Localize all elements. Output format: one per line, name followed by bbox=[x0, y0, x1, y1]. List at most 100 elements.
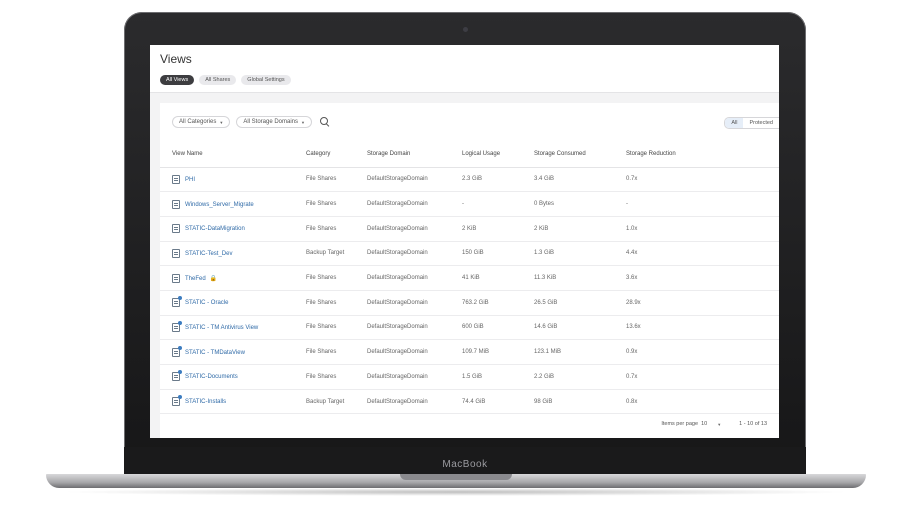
view-name-link[interactable]: STATIC - TM Antivirus View bbox=[185, 325, 258, 331]
view-name-link[interactable]: STATIC - Oracle bbox=[185, 300, 228, 306]
storage-reduction-cell: - bbox=[614, 191, 779, 217]
view-name-cell[interactable]: STATIC - TM Antivirus View bbox=[160, 315, 294, 341]
logical-usage-cell: - bbox=[450, 191, 522, 217]
storage-consumed-cell: 2.2 GiB bbox=[522, 364, 614, 390]
storage-consumed-cell: 26.5 GiB bbox=[522, 290, 614, 316]
tab-global-settings[interactable]: Global Settings bbox=[241, 75, 291, 85]
storage-consumed-cell: 1.3 GiB bbox=[522, 241, 614, 267]
column-header-storage-domain[interactable]: Storage Domain bbox=[355, 141, 450, 168]
app-screen: Views All Views All Shares Global Settin… bbox=[150, 45, 779, 438]
search-icon[interactable] bbox=[320, 117, 330, 127]
category-filter-label: All Categories bbox=[179, 119, 217, 125]
view-icon bbox=[172, 224, 180, 234]
laptop-mockup: MacBook Views All Views All Shares Globa… bbox=[0, 0, 912, 505]
storage-domain-cell: DefaultStorageDomain bbox=[355, 364, 450, 390]
page-title: Views bbox=[160, 52, 192, 66]
category-cell: File Shares bbox=[294, 364, 355, 390]
storage-reduction-cell: 0.8x bbox=[614, 389, 779, 415]
view-name-cell[interactable]: STATIC-Test_Dev bbox=[160, 241, 294, 267]
table-row[interactable]: STATIC - Oracle File Shares DefaultStorage… bbox=[160, 290, 779, 316]
protected-view-icon bbox=[172, 395, 182, 407]
items-per-page-select[interactable]: Items per page 10 ▼ bbox=[661, 421, 721, 427]
laptop-shadow bbox=[60, 488, 852, 496]
category-cell: File Shares bbox=[294, 339, 355, 365]
logical-usage-cell: 1.5 GiB bbox=[450, 364, 522, 390]
category-cell: File Shares bbox=[294, 167, 355, 193]
view-name-cell[interactable]: STATIC - Oracle bbox=[160, 290, 294, 316]
view-tabs: All Views All Shares Global Settings bbox=[160, 75, 291, 85]
storage-consumed-cell: 11.3 KiB bbox=[522, 265, 614, 291]
storage-domain-cell: DefaultStorageDomain bbox=[355, 167, 450, 193]
table-row[interactable]: PHI File Shares DefaultStorageDomain 2.3 Gi… bbox=[160, 167, 779, 193]
view-name-link[interactable]: STATIC - TMDataView bbox=[185, 350, 245, 356]
views-table: View Name Category Storage Domain Logica… bbox=[160, 141, 779, 415]
storage-domain-cell: DefaultStorageDomain bbox=[355, 191, 450, 217]
items-per-page-label: Items per page bbox=[661, 421, 699, 427]
storage-reduction-cell: 4.4x bbox=[614, 241, 779, 267]
storage-domain-cell: DefaultStorageDomain bbox=[355, 265, 450, 291]
lock-icon: 🔒 bbox=[209, 275, 218, 282]
view-name-cell[interactable]: Windows_Server_Migrate bbox=[160, 191, 294, 217]
toggle-all[interactable]: All bbox=[725, 118, 744, 128]
view-name-cell[interactable]: PHI bbox=[160, 167, 294, 193]
logical-usage-cell: 150 GiB bbox=[450, 241, 522, 267]
table-row[interactable]: STATIC - TMDataView File Shares DefaultSto… bbox=[160, 339, 779, 365]
view-name-link[interactable]: TheFed bbox=[185, 276, 206, 282]
items-per-page-value: 10 bbox=[701, 421, 708, 427]
table-row[interactable]: Windows_Server_Migrate File Shares Default… bbox=[160, 191, 779, 217]
storage-domain-filter[interactable]: All Storage Domains ▼ bbox=[236, 116, 312, 128]
column-header-storage-reduction[interactable]: Storage Reduction bbox=[614, 141, 779, 168]
storage-reduction-cell: 0.7x bbox=[614, 364, 779, 390]
table-row[interactable]: STATIC - TM Antivirus View File Shares Def… bbox=[160, 315, 779, 341]
protected-view-icon bbox=[172, 320, 182, 332]
view-name-cell[interactable]: STATIC-Installs bbox=[160, 389, 294, 415]
table-row[interactable]: STATIC-Test_Dev Backup Target DefaultStora… bbox=[160, 241, 779, 267]
storage-domain-cell: DefaultStorageDomain bbox=[355, 290, 450, 316]
view-name-link[interactable]: STATIC-DataMigration bbox=[185, 226, 245, 232]
protected-view-icon bbox=[172, 370, 182, 382]
logical-usage-cell: 41 KiB bbox=[450, 265, 522, 291]
storage-reduction-cell: 3.6x bbox=[614, 265, 779, 291]
storage-consumed-cell: 3.4 GiB bbox=[522, 167, 614, 193]
view-name-cell[interactable]: TheFed 🔒 bbox=[160, 265, 294, 291]
laptop-notch bbox=[400, 474, 512, 480]
table-header-row: View Name Category Storage Domain Logica… bbox=[160, 141, 779, 168]
logical-usage-cell: 109.7 MiB bbox=[450, 339, 522, 365]
table-row[interactable]: STATIC-Installs Backup Target DefaultStora… bbox=[160, 389, 779, 415]
storage-domain-cell: DefaultStorageDomain bbox=[355, 216, 450, 242]
tab-all-shares[interactable]: All Shares bbox=[199, 75, 237, 85]
view-icon bbox=[172, 174, 180, 184]
storage-consumed-cell: 14.6 GiB bbox=[522, 315, 614, 341]
storage-domain-cell: DefaultStorageDomain bbox=[355, 241, 450, 267]
view-name-link[interactable]: Windows_Server_Migrate bbox=[185, 202, 254, 208]
column-header-view-name[interactable]: View Name bbox=[160, 141, 294, 168]
table-row[interactable]: STATIC-DataMigration File Shares DefaultSt… bbox=[160, 216, 779, 242]
storage-consumed-cell: 2 KiB bbox=[522, 216, 614, 242]
table-row[interactable]: TheFed 🔒 File Shares DefaultStorageDomain 41… bbox=[160, 265, 779, 291]
view-name-link[interactable]: STATIC-Test_Dev bbox=[185, 251, 232, 257]
view-name-cell[interactable]: STATIC - TMDataView bbox=[160, 339, 294, 365]
category-cell: File Shares bbox=[294, 216, 355, 242]
storage-reduction-cell: 0.7x bbox=[614, 167, 779, 193]
storage-reduction-cell: 13.6x bbox=[614, 315, 779, 341]
view-name-link[interactable]: STATIC-Documents bbox=[185, 374, 238, 380]
view-name-cell[interactable]: STATIC-Documents bbox=[160, 364, 294, 390]
camera-icon bbox=[463, 27, 468, 32]
column-header-storage-consumed[interactable]: Storage Consumed bbox=[522, 141, 614, 168]
category-filter[interactable]: All Categories ▼ bbox=[172, 116, 231, 128]
logical-usage-cell: 74.4 GiB bbox=[450, 389, 522, 415]
tab-all-views[interactable]: All Views bbox=[160, 75, 195, 85]
view-name-cell[interactable]: STATIC-DataMigration bbox=[160, 216, 294, 242]
page-header: Views All Views All Shares Global Settin… bbox=[150, 45, 779, 93]
view-name-link[interactable]: STATIC-Installs bbox=[185, 399, 226, 405]
view-name-link[interactable]: PHI bbox=[185, 177, 195, 183]
filter-bar: All Categories ▼ All Storage Domains ▼ bbox=[172, 116, 330, 128]
column-header-category[interactable]: Category bbox=[294, 141, 355, 168]
storage-domain-cell: DefaultStorageDomain bbox=[355, 389, 450, 415]
storage-consumed-cell: 98 GiB bbox=[522, 389, 614, 415]
table-row[interactable]: STATIC-Documents File Shares DefaultStorag… bbox=[160, 364, 779, 390]
toggle-protected[interactable]: Protected bbox=[743, 118, 779, 128]
page-range: 1 - 10 of 13 bbox=[739, 421, 767, 427]
column-header-logical-usage[interactable]: Logical Usage bbox=[450, 141, 522, 168]
storage-domain-cell: DefaultStorageDomain bbox=[355, 315, 450, 341]
